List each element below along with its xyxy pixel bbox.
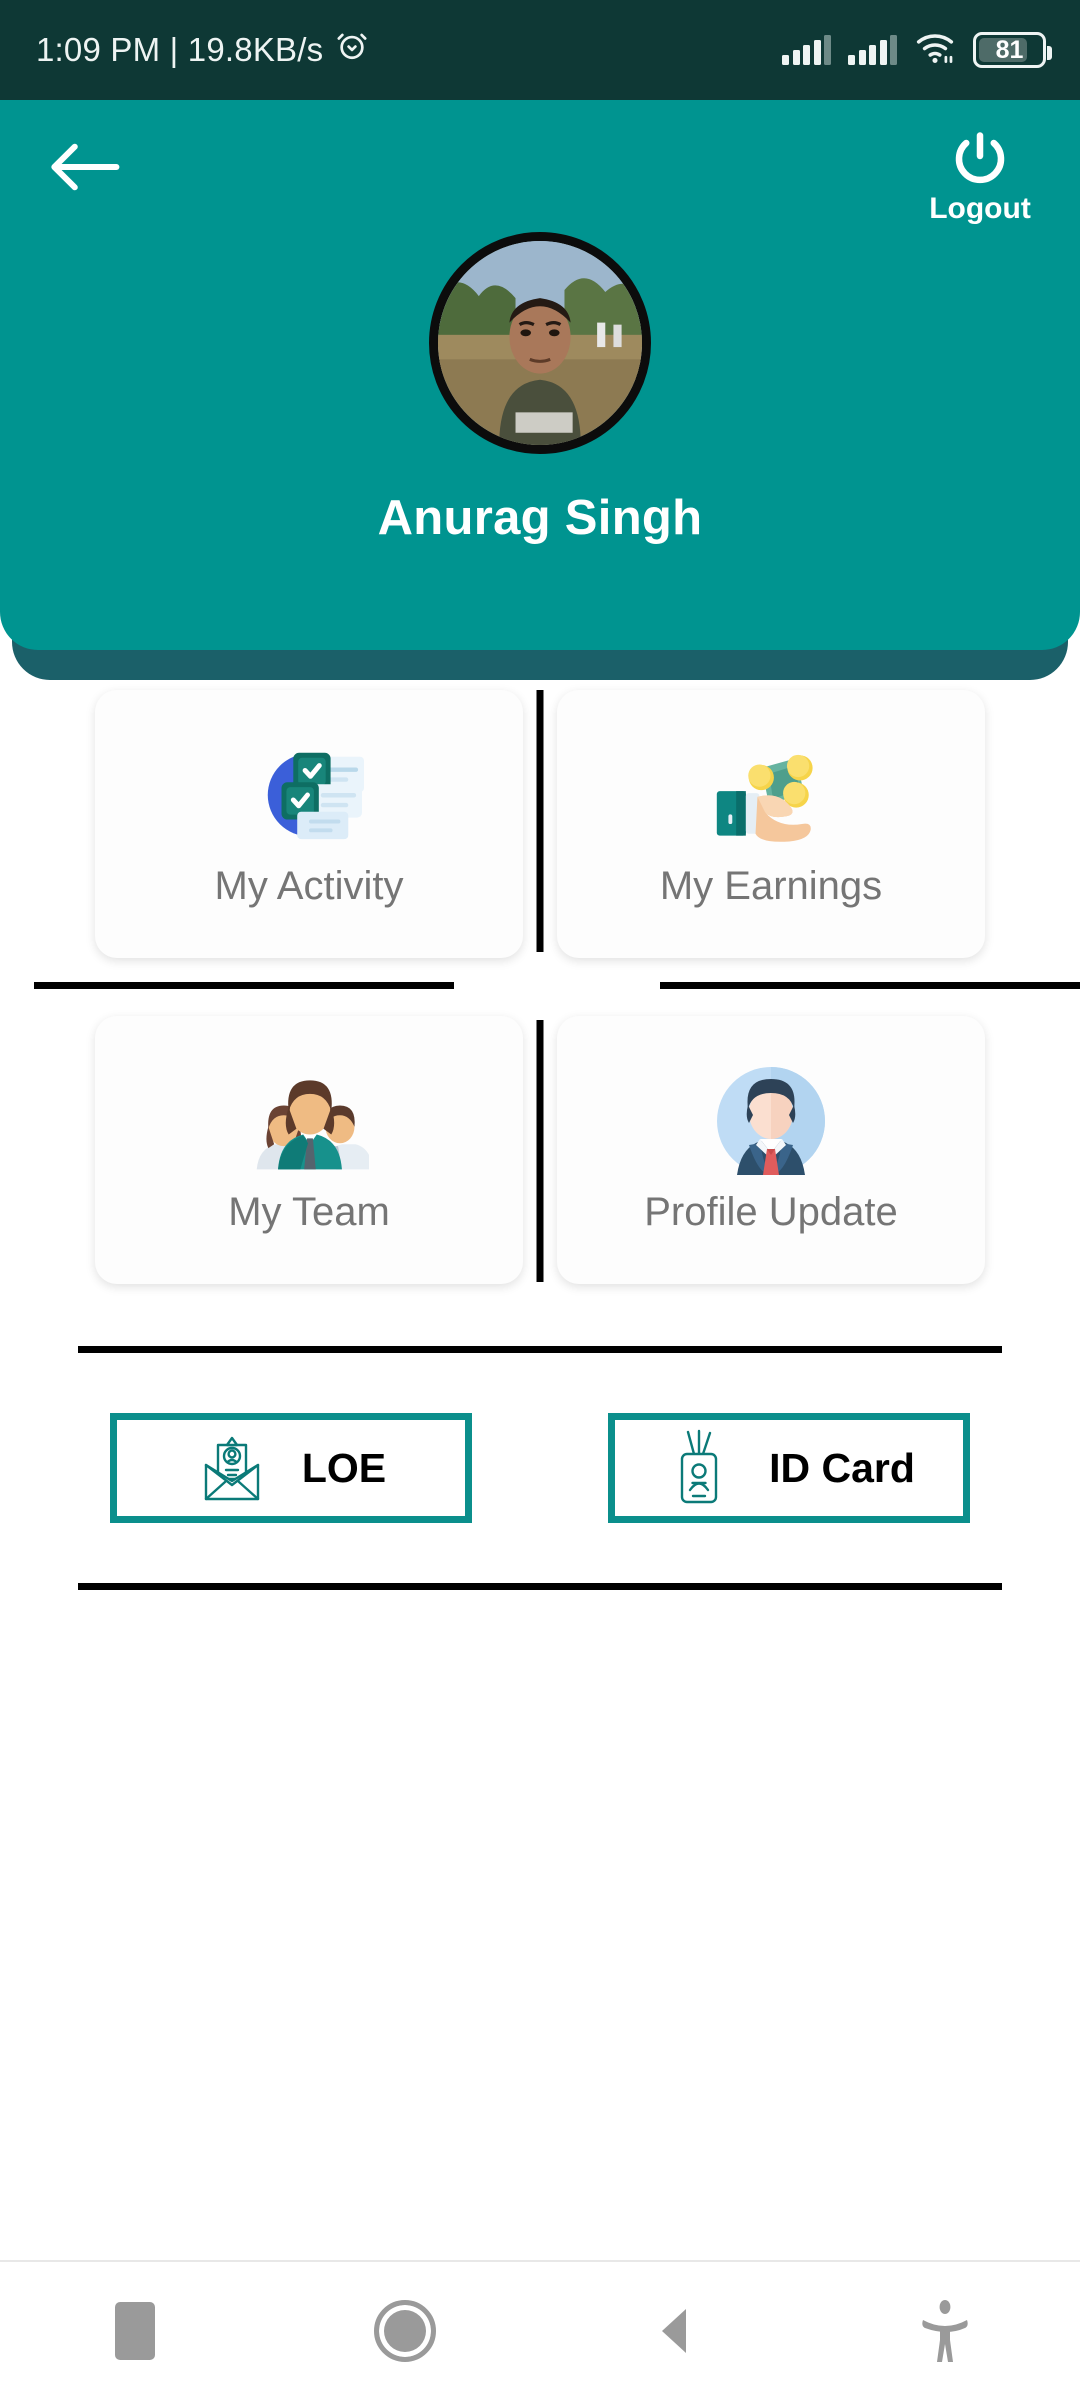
menu-row-2: My Team Profile Update [78,1016,1002,1284]
cellular-signal-icon [782,35,831,65]
row-1-vertical-divider [536,690,544,952]
menu-row-1: My Activity My Earnings [78,690,1002,958]
tile-label: My Team [228,1189,390,1234]
activity-checklist-icon [249,740,369,850]
hand-money-coins-icon [711,740,831,850]
user-name: Anurag Singh [377,491,703,545]
system-nav-bar [0,2260,1080,2400]
tile-my-earnings[interactable]: My Earnings [557,690,985,958]
menu-grid: My Activity My Earnings My Team Profile … [0,690,1080,1284]
recents-button[interactable] [0,2302,270,2360]
documents-row: LOE ID Card [0,1413,1080,1523]
home-button[interactable] [270,2300,540,2362]
accessibility-icon [922,2300,968,2362]
logout-label: Logout [929,192,1031,225]
doc-label: ID Card [769,1444,915,1491]
accessibility-button[interactable] [810,2298,1080,2364]
divider-left [34,982,454,989]
logout-button[interactable]: Logout [920,128,1040,226]
menu-cell-profile-update: Profile Update [540,1016,1002,1284]
documents-top-divider [78,1346,1002,1353]
status-bar-right: 81 [782,31,1052,70]
square-icon [115,2302,155,2360]
profile-header: Logout Anurag Singh [0,100,1080,680]
back-button[interactable] [40,128,130,206]
menu-cell-my-earnings: My Earnings [540,690,1002,958]
doc-label: LOE [301,1444,387,1491]
menu-row-divider [34,958,1080,1016]
header-card: Logout Anurag Singh [0,100,1080,650]
status-bar: 1:09 PM | 19.8KB/s 81 [0,0,1080,100]
status-bar-left: 1:09 PM | 19.8KB/s [36,29,369,71]
circle-icon [374,2300,436,2362]
envelope-certificate-icon [196,1427,268,1509]
documents-bottom-divider [78,1583,1002,1590]
status-time-and-speed: 1:09 PM | 19.8KB/s [36,31,324,68]
row-2-vertical-divider [536,1020,544,1282]
divider-right [660,982,1080,989]
tile-my-team[interactable]: My Team [95,1016,523,1284]
wifi-icon [914,31,956,70]
tile-label: Profile Update [644,1189,898,1234]
team-people-icon [249,1066,369,1176]
loe-button[interactable]: LOE [110,1413,472,1523]
alarm-clock-icon [335,29,369,71]
power-icon [955,132,1005,184]
menu-cell-my-activity: My Activity [78,690,540,958]
tile-label: My Earnings [659,863,883,908]
tile-my-activity[interactable]: My Activity [95,690,523,958]
triangle-left-icon [662,2309,686,2353]
tile-label: My Activity [214,863,404,908]
battery-icon: 81 [973,32,1052,68]
back-arrow-icon [51,143,120,191]
businessman-avatar-icon [711,1066,831,1176]
battery-level: 81 [995,35,1024,64]
menu-cell-my-team: My Team [78,1016,540,1284]
tile-profile-update[interactable]: Profile Update [557,1016,985,1284]
back-button[interactable] [540,2305,810,2357]
avatar-container [40,232,1040,454]
cellular-signal-icon [848,35,897,65]
id-card-button[interactable]: ID Card [608,1413,970,1523]
avatar[interactable] [429,232,651,454]
header-toolbar: Logout [40,100,1040,226]
id-badge-icon [663,1427,735,1509]
